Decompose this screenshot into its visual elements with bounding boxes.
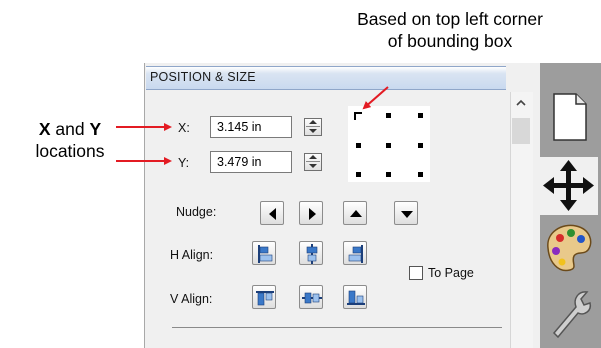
x-value: 3.145 in bbox=[217, 120, 262, 134]
tab-palette[interactable] bbox=[540, 218, 598, 276]
document-icon bbox=[553, 93, 587, 141]
h-align-right-button[interactable] bbox=[343, 241, 367, 265]
triangle-right-icon bbox=[309, 208, 316, 220]
annotation-y: Y bbox=[89, 119, 102, 139]
nudge-right-button[interactable] bbox=[299, 201, 323, 225]
tab-settings[interactable] bbox=[540, 283, 598, 341]
x-spinner[interactable] bbox=[304, 118, 322, 136]
y-label: Y: bbox=[178, 156, 190, 170]
nudge-left-button[interactable] bbox=[260, 201, 284, 225]
h-align-left-button[interactable] bbox=[252, 241, 276, 265]
wrench-icon bbox=[552, 291, 592, 339]
align-top-icon bbox=[256, 291, 274, 306]
annotation-x: X bbox=[38, 119, 51, 139]
reference-point-top-left[interactable] bbox=[354, 112, 362, 120]
x-label: X: bbox=[178, 121, 190, 135]
annotation-and: and bbox=[50, 119, 90, 139]
align-middle-icon bbox=[302, 292, 322, 304]
tab-document[interactable] bbox=[540, 88, 598, 146]
scrollbar-thumb[interactable] bbox=[512, 118, 530, 144]
v-align-middle-button[interactable] bbox=[299, 285, 323, 309]
nudge-label: Nudge: bbox=[176, 205, 217, 219]
y-value: 3.479 in bbox=[217, 155, 262, 169]
v-align-label: V Align: bbox=[170, 292, 213, 306]
triangle-up-icon bbox=[350, 210, 362, 217]
tab-move[interactable] bbox=[540, 157, 598, 215]
align-center-icon bbox=[306, 244, 318, 264]
reference-point-bottom-right[interactable] bbox=[418, 172, 423, 177]
align-left-icon bbox=[258, 245, 273, 263]
reference-point-center[interactable] bbox=[386, 143, 391, 148]
to-page-checkbox[interactable] bbox=[409, 266, 423, 280]
bounding-box-annotation: Based on top left corner of bounding box bbox=[330, 8, 570, 52]
y-field[interactable]: 3.479 in bbox=[210, 151, 292, 173]
annotation-locations: locations bbox=[35, 141, 105, 161]
chevron-up-icon bbox=[516, 99, 526, 106]
v-align-bottom-button[interactable] bbox=[343, 285, 367, 309]
reference-point-middle-left[interactable] bbox=[356, 143, 361, 148]
annotation-line-2: of bounding box bbox=[387, 31, 513, 51]
spin-up-icon bbox=[309, 155, 317, 159]
triangle-down-icon bbox=[401, 211, 413, 218]
spin-up-icon bbox=[309, 120, 317, 124]
v-align-top-button[interactable] bbox=[252, 285, 276, 309]
scroll-up-button[interactable] bbox=[512, 96, 530, 110]
align-bottom-icon bbox=[347, 290, 365, 305]
xy-annotation: X and Y locations bbox=[4, 118, 136, 162]
panel-title: POSITION & SIZE bbox=[150, 70, 256, 84]
reference-point-bottom-left[interactable] bbox=[356, 172, 361, 177]
palette-icon bbox=[547, 224, 592, 272]
nudge-up-button[interactable] bbox=[343, 201, 367, 225]
x-field[interactable]: 3.145 in bbox=[210, 116, 292, 138]
nudge-down-button[interactable] bbox=[394, 201, 418, 225]
move-icon bbox=[543, 160, 594, 211]
to-page-label: To Page bbox=[428, 266, 474, 280]
reference-point-grid bbox=[348, 106, 430, 182]
spin-down-icon bbox=[309, 164, 317, 168]
triangle-left-icon bbox=[269, 208, 276, 220]
h-align-label: H Align: bbox=[170, 248, 214, 262]
reference-point-bottom-center[interactable] bbox=[386, 172, 391, 177]
h-align-center-button[interactable] bbox=[299, 241, 323, 265]
reference-point-top-center[interactable] bbox=[386, 113, 391, 118]
reference-point-top-right[interactable] bbox=[418, 113, 423, 118]
annotation-line-1: Based on top left corner bbox=[357, 9, 543, 29]
reference-point-middle-right[interactable] bbox=[418, 143, 423, 148]
spin-down-icon bbox=[309, 129, 317, 133]
align-right-icon bbox=[348, 245, 363, 263]
section-divider bbox=[172, 327, 502, 328]
y-spinner[interactable] bbox=[304, 153, 322, 171]
